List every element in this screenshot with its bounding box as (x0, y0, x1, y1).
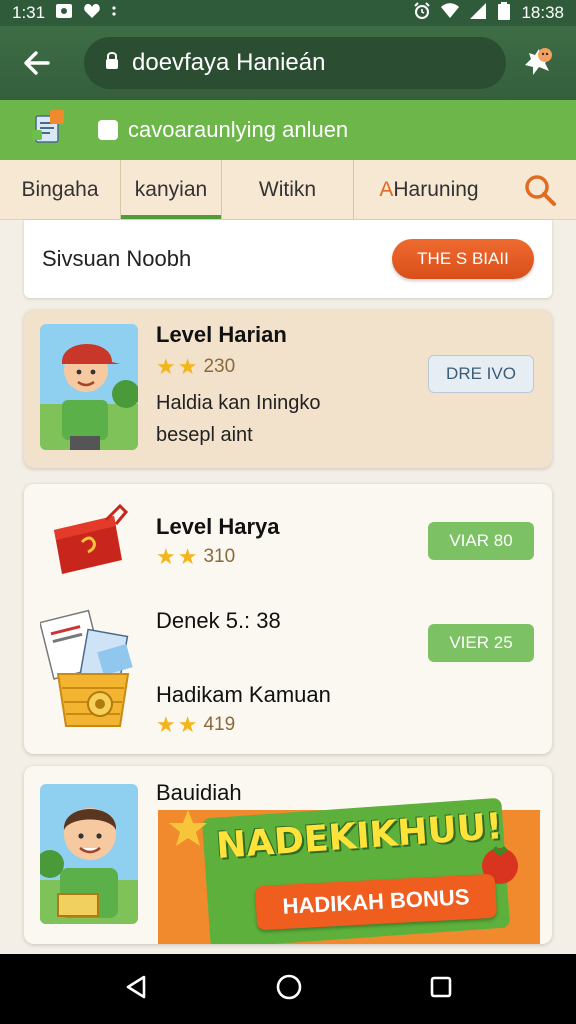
back-arrow-icon (24, 51, 50, 75)
rating: ★ ★ 310 (156, 546, 235, 568)
info-bar: cavoaraunlying anluen (0, 100, 576, 160)
card-action-button-secondary[interactable]: VIER 25 (428, 624, 534, 662)
section-action-button[interactable]: THE S BIAII (392, 239, 534, 279)
rating-value: 310 (203, 546, 236, 567)
info-bar-text: cavoaraunlying anluen (128, 117, 349, 142)
star-icon: ★ (156, 712, 176, 737)
image-notification-icon (55, 2, 73, 25)
tab-witikn[interactable]: Witikn (222, 160, 354, 219)
rating-value: 230 (203, 356, 236, 377)
mascot-icon (525, 48, 552, 75)
more-dot-icon (111, 3, 117, 23)
search-button[interactable] (504, 160, 576, 219)
bonus-card[interactable]: Bauidiah NADEKIKHUU! HADIKAH BONUS (24, 766, 552, 944)
status-time-left: 1:31 (12, 3, 46, 22)
star-icon: ★ (177, 544, 198, 569)
tab-label: kanyian (134, 177, 208, 201)
nav-back-button[interactable] (122, 973, 150, 1006)
circle-home-icon (276, 974, 302, 999)
red-wallet-image (46, 502, 128, 578)
tab-label: Bingaha (21, 177, 99, 201)
tab-kanyian[interactable]: kanyian (120, 160, 222, 219)
star-icon: ★ (156, 354, 176, 379)
tab-label: Witikn (258, 177, 317, 201)
back-button[interactable] (14, 40, 60, 86)
clipboard-icon (30, 108, 68, 152)
tab-label-accent: A (379, 177, 394, 201)
tab-haruning[interactable]: A Haruning (354, 160, 504, 219)
battery-icon (497, 1, 511, 25)
url-text: doevfaya Hanieán (132, 49, 326, 76)
square-recents-icon (430, 976, 452, 997)
rating-value: 419 (203, 714, 236, 735)
level-card[interactable]: Level Harian ★ ★ 230 Haldia kan Iningko b… (24, 310, 552, 468)
card-title: Level Harya (156, 514, 280, 539)
status-time-right: 18:38 (521, 3, 564, 22)
star-icon (169, 810, 207, 846)
nav-home-button[interactable] (274, 972, 304, 1007)
card-description: Haldia kan Iningko (156, 392, 321, 414)
character-image (40, 324, 138, 450)
level-list-card: Level Harya ★ ★ 310 VIAR 80 Denek 5.: 38 … (24, 484, 552, 754)
search-icon (525, 174, 556, 206)
rating: ★ ★ 419 (156, 714, 235, 736)
rating: ★ ★ 230 (156, 356, 235, 378)
card-subtitle: Denek 5.: 38 (156, 608, 281, 633)
tab-bingaha[interactable]: Bingaha (0, 160, 120, 219)
star-icon: ★ (156, 544, 176, 569)
card-action-button[interactable]: VIAR 80 (428, 522, 534, 560)
app-bar: doevfaya Hanieán (0, 26, 576, 100)
nav-recents-button[interactable] (428, 974, 454, 1005)
alarm-icon (413, 1, 431, 25)
card-title: Level Harian (156, 322, 287, 347)
basket-image (40, 608, 142, 732)
card-title: Hadikam Kamuan (156, 682, 331, 707)
heart-notification-icon (83, 2, 101, 25)
section-title: Sivsuan Noobh (42, 246, 192, 271)
mascot-menu-button[interactable] (516, 40, 562, 86)
section-header: Sivsuan Noobh THE S BIAII (24, 220, 552, 298)
url-bar[interactable]: doevfaya Hanieán (84, 37, 506, 89)
card-action-button[interactable]: DRE IVO (428, 355, 534, 393)
lock-icon (104, 49, 120, 77)
triangle-back-icon (126, 975, 146, 998)
card-description-secondary: besepl aint (156, 424, 253, 446)
wifi-icon (441, 2, 460, 25)
navigation-bar (0, 954, 576, 1024)
tab-bar: Bingaha kanyian Witikn A Haruning (0, 160, 576, 220)
signal-icon (469, 2, 487, 25)
boy-image (40, 784, 138, 924)
bonus-banner[interactable]: NADEKIKHUU! HADIKAH BONUS (158, 797, 540, 944)
star-icon: ★ (177, 712, 198, 737)
option-checkbox[interactable] (98, 120, 118, 140)
tab-label: Haruning (393, 177, 479, 201)
status-bar: 1:31 18:38 (0, 0, 576, 26)
star-icon: ★ (177, 354, 198, 379)
